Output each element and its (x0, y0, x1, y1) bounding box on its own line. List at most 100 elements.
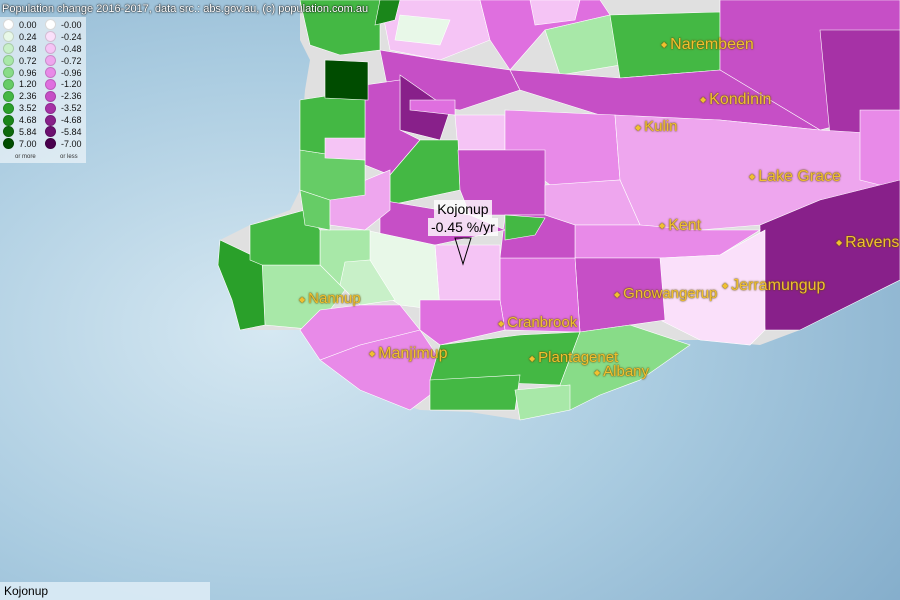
region-tooltip: Kojonup -0.45 %/yr (428, 200, 498, 269)
legend-label: -4.68 (61, 115, 82, 126)
legend-swatch-icon (45, 138, 56, 150)
negative-legend-row: -0.00 (45, 19, 82, 31)
negative-legend-row: -2.36 (45, 90, 82, 102)
legend: 0.00 0.24 0.48 0.72 0.96 1.20 2.36 3.52 4.68 5.84… (0, 17, 86, 163)
legend-swatch-icon (45, 90, 56, 102)
negative-legend-row: -0.96 (45, 67, 82, 79)
place-name: Cranbrook (507, 314, 578, 331)
town-marker-icon: ◆ (749, 172, 756, 182)
legend-swatch-icon (45, 102, 56, 114)
legend-label: -3.52 (61, 103, 82, 114)
region[interactable] (394, 14, 451, 46)
region[interactable] (324, 137, 366, 161)
negative-legend-row: -3.52 (45, 102, 82, 114)
town-marker-icon: ◆ (299, 294, 306, 304)
legend-label: 1.20 (19, 79, 37, 90)
place-label[interactable]: ◆ Kulin (635, 118, 678, 135)
place-name: Gnowangerup (623, 285, 718, 302)
place-label[interactable]: ◆ Ravens (836, 234, 899, 252)
legend-swatch-icon (3, 126, 14, 138)
region[interactable] (859, 109, 900, 191)
legend-swatch-icon (3, 67, 14, 78)
place-name: Kent (668, 217, 702, 234)
legend-swatch-icon (3, 90, 14, 102)
legend-less-note: or less (60, 154, 78, 160)
town-marker-icon: ◆ (614, 289, 621, 299)
positive-legend-row: 3.52 (3, 102, 37, 114)
positive-legend-row: 0.48 (3, 43, 37, 55)
legend-label: -0.48 (61, 43, 82, 54)
positive-legend-row: 0.24 (3, 31, 37, 43)
positive-legend-row: 4.68 (3, 114, 37, 126)
town-marker-icon: ◆ (700, 95, 707, 105)
legend-label: 5.84 (19, 126, 37, 137)
legend-swatch-icon (45, 19, 56, 31)
legend-label: 0.72 (19, 55, 37, 66)
place-label[interactable]: ◆ Kent (659, 217, 701, 235)
town-marker-icon: ◆ (661, 40, 668, 50)
legend-swatch-icon (45, 67, 56, 78)
legend-label: -1.20 (61, 79, 82, 90)
place-name: Manjimup (378, 345, 448, 362)
legend-label: 7.00 (19, 138, 37, 149)
legend-more-note: or more (15, 154, 36, 160)
place-label[interactable]: ◆ Albany (594, 363, 649, 380)
place-name: Jerramungup (731, 277, 826, 294)
place-name: Kondinin (709, 91, 772, 108)
legend-label: -5.84 (61, 126, 82, 137)
place-name: Narembeen (670, 36, 754, 53)
legend-swatch-icon (3, 114, 14, 126)
positive-legend-row: 2.36 (3, 90, 37, 102)
legend-swatch-icon (3, 43, 14, 55)
positive-legend-row: 7.00 (3, 138, 37, 150)
legend-label: -0.96 (61, 67, 82, 78)
town-marker-icon: ◆ (594, 367, 601, 377)
place-label[interactable]: ◆ Gnowangerup (614, 285, 717, 302)
legend-swatch-icon (45, 78, 56, 90)
town-marker-icon: ◆ (722, 281, 729, 291)
legend-positive-column: 0.00 0.24 0.48 0.72 0.96 1.20 2.36 3.52 4.68 5.84… (3, 19, 37, 150)
town-marker-icon: ◆ (635, 122, 642, 132)
region[interactable] (429, 374, 521, 411)
legend-swatch-icon (45, 126, 56, 138)
legend-label: -0.72 (61, 55, 82, 66)
positive-legend-row: 0.96 (3, 67, 37, 79)
legend-swatch-icon (3, 31, 14, 43)
legend-label: -7.00 (61, 138, 82, 149)
legend-swatch-icon (3, 19, 14, 31)
place-name: Nannup (308, 290, 361, 307)
negative-legend-row: -4.68 (45, 114, 82, 126)
legend-label: 0.00 (19, 19, 37, 30)
status-bar: Kojonup (0, 582, 210, 600)
place-label[interactable]: ◆ Narembeen (661, 36, 754, 54)
map-canvas[interactable] (0, 0, 900, 600)
tooltip-name: Kojonup (434, 200, 492, 218)
place-name: Albany (603, 363, 650, 380)
negative-legend-row: -7.00 (45, 138, 82, 150)
region[interactable] (454, 114, 506, 151)
legend-swatch-icon (45, 55, 56, 67)
place-label[interactable]: ◆ Manjimup (369, 345, 448, 363)
negative-legend-row: -1.20 (45, 78, 82, 90)
town-marker-icon: ◆ (659, 221, 666, 231)
tooltip-pointer-icon (454, 237, 472, 266)
map-title: Population change 2016-2017, data src.: … (2, 3, 369, 15)
legend-label: 3.52 (19, 103, 37, 114)
positive-legend-row: 1.20 (3, 78, 37, 90)
negative-legend-row: -5.84 (45, 126, 82, 138)
place-label[interactable]: ◆ Kondinin (700, 91, 771, 109)
legend-label: 0.24 (19, 31, 37, 42)
place-label[interactable]: ◆ Cranbrook (498, 314, 577, 331)
town-marker-icon: ◆ (369, 349, 376, 359)
legend-label: 4.68 (19, 115, 37, 126)
place-label[interactable]: ◆ Lake Grace (749, 168, 841, 186)
legend-swatch-icon (3, 78, 14, 90)
place-label[interactable]: ◆ Nannup (299, 290, 361, 307)
region[interactable] (324, 59, 369, 101)
legend-label: -0.24 (61, 31, 82, 42)
place-label[interactable]: ◆ Jerramungup (722, 277, 825, 295)
town-marker-icon: ◆ (529, 353, 536, 363)
legend-swatch-icon (45, 31, 56, 43)
legend-swatch-icon (45, 43, 56, 55)
positive-legend-row: 0.72 (3, 55, 37, 67)
